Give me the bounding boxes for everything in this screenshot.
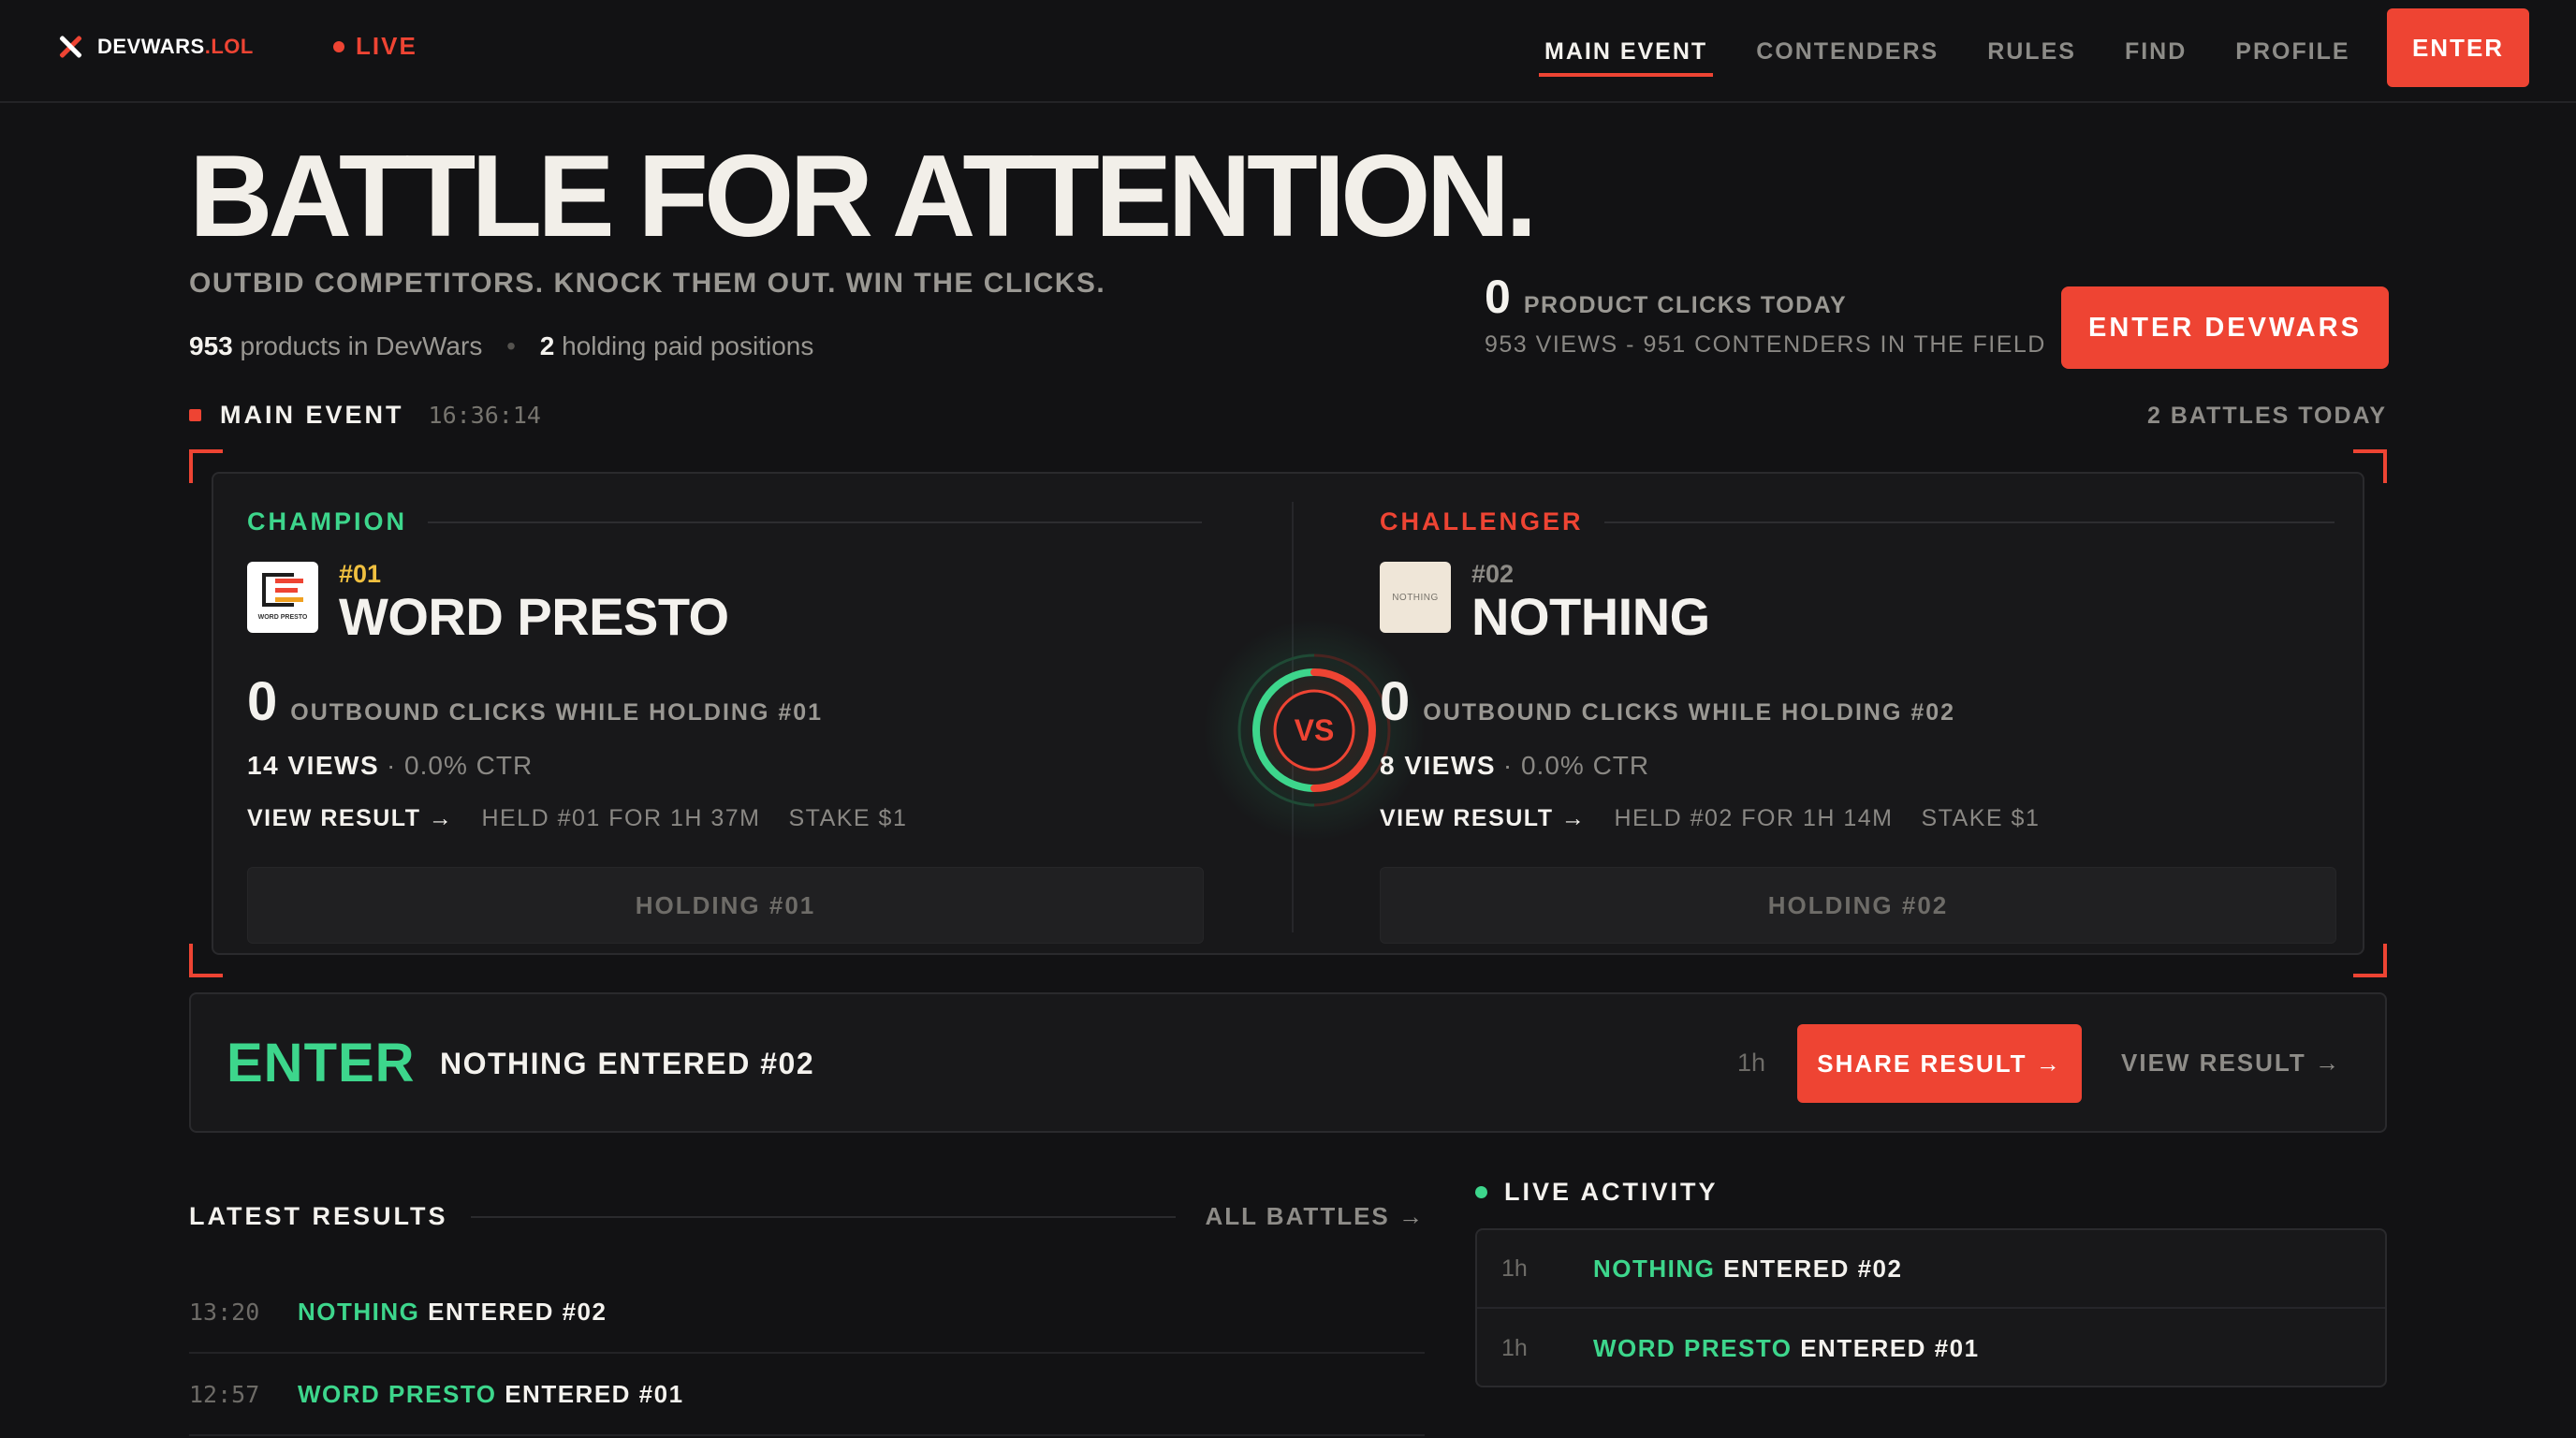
main-event-title: MAIN EVENT [220,401,404,429]
top-nav: DEVWARS.LOL LIVE MAIN EVENT CONTENDERS R… [0,0,2576,103]
activity-time: 1h [1501,1255,1528,1282]
clicks-summary: 0 PRODUCT CLICKS TODAY 953 VIEWS - 951 C… [1485,270,2046,359]
holding-count: 2 [539,331,555,360]
nothing-logo[interactable]: NOTHING [1380,562,1451,633]
products-count: 953 [189,331,233,360]
vs-badge: VS [1202,618,1427,843]
activity-time: 1h [1501,1334,1528,1361]
arena-panel: CHAMPION WORD PRESTO #01 WORD PRESTO 0 O… [212,472,2364,955]
holding-label: holding paid positions [562,331,814,360]
main-event-header: MAIN EVENT 16:36:14 [189,401,541,430]
activity-text: NOTHING ENTERED #02 [1593,1254,1903,1283]
champion-holding-button[interactable]: HOLDING #01 [247,867,1204,944]
challenger-meta: VIEW RESULT → HELD #02 FOR 1H 14M STAKE … [1380,805,2040,832]
hero-subtitle: OUTBID COMPETITORS. KNOCK THEM OUT. WIN … [189,268,1106,299]
brand-logo[interactable]: DEVWARS.LOL [56,28,254,66]
challenger-name[interactable]: NOTHING [1471,586,1710,647]
word-presto-logo[interactable]: WORD PRESTO [247,562,318,633]
brand-name: DEVWARS.LOL [97,35,254,58]
champion-ctr: · 0.0% CTR [386,751,534,780]
live-activity-title: LIVE ACTIVITY [1504,1178,1719,1206]
challenger-outbound-count: 0 [1380,671,1411,732]
share-result-button[interactable]: SHARE RESULT → [1797,1024,2082,1103]
challenger-ctr: · 0.0% CTR [1502,751,1650,780]
challenger-role-row: CHALLENGER [1380,507,2334,536]
result-time: 13:20 [189,1298,260,1326]
nav-link-main-event[interactable]: MAIN EVENT [1520,0,1732,103]
challenger-views: 8 VIEWS · 0.0% CTR [1380,751,1649,781]
entry-time: 1h [1737,1049,1766,1077]
champion-outbound-count: 0 [247,671,278,732]
battles-today: 2 BATTLES TODAY [2147,403,2387,429]
activity-row[interactable]: 1h WORD PRESTO ENTERED #01 [1477,1309,2385,1387]
challenger-outbound: 0 OUTBOUND CLICKS WHILE HOLDING #02 [1380,670,1955,733]
challenger-held: HELD #02 FOR 1H 14M [1614,805,1894,831]
page-title: BATTLE FOR ATTENTION. [189,132,1538,261]
view-result-link[interactable]: VIEW RESULT → [2121,1049,2341,1078]
live-activity-dot-icon [1475,1186,1487,1198]
main-event-dot-icon [189,409,201,421]
nav-link-profile[interactable]: PROFILE [2211,0,2374,103]
entry-text: NOTHING ENTERED #02 [440,1047,815,1080]
champion-outbound: 0 OUTBOUND CLICKS WHILE HOLDING #01 [247,670,823,733]
enter-heading: ENTER [227,1033,416,1093]
nav-links: MAIN EVENT CONTENDERS RULES FIND PROFILE [1520,0,2375,103]
challenger-stake: STAKE $1 [1921,805,2041,831]
result-text: WORD PRESTO ENTERED #01 [298,1379,684,1408]
challenger-view-result-link[interactable]: VIEW RESULT → [1380,805,1586,832]
champion-held: HELD #01 FOR 1H 37M [481,805,761,831]
live-label: LIVE [356,32,417,60]
champion-card: CHAMPION WORD PRESTO #01 WORD PRESTO 0 O… [247,474,1239,953]
result-row[interactable]: 13:20 NOTHING ENTERED #02 [189,1271,1425,1354]
challenger-role-label: CHALLENGER [1380,507,1584,536]
champion-role-row: CHAMPION [247,507,1202,536]
views-contenders: 953 VIEWS - 951 CONTENDERS IN THE FIELD [1485,331,2046,358]
latest-results-header: LATEST RESULTS ALL BATTLES → [189,1202,1425,1231]
champion-meta: VIEW RESULT → HELD #01 FOR 1H 37M STAKE … [247,805,907,832]
latest-results-title: LATEST RESULTS [189,1202,448,1230]
challenger-views-count: 8 VIEWS [1380,751,1497,780]
result-text: NOTHING ENTERED #02 [298,1297,607,1326]
challenger-holding-button[interactable]: HOLDING #02 [1380,867,2336,944]
champion-outbound-label: OUTBOUND CLICKS WHILE HOLDING #01 [290,699,824,726]
latest-entry-banner: ENTER NOTHING ENTERED #02 1h SHARE RESUL… [189,992,2387,1133]
challenger-outbound-label: OUTBOUND CLICKS WHILE HOLDING #02 [1423,699,1956,726]
champion-views-count: 14 VIEWS [247,751,380,780]
nav-link-contenders[interactable]: CONTENDERS [1732,0,1963,103]
products-label: products in DevWars [240,331,483,360]
clicks-today-count: 0 [1485,271,1511,323]
stats-separator: • [506,331,516,360]
main-event-time: 16:36:14 [428,402,541,429]
live-indicator: LIVE [333,32,417,61]
clicks-today-label: PRODUCT CLICKS TODAY [1523,292,1848,318]
activity-row[interactable]: 1h NOTHING ENTERED #02 [1477,1230,2385,1309]
champion-views: 14 VIEWS · 0.0% CTR [247,751,533,781]
vs-label: VS [1294,712,1335,747]
live-activity-header: LIVE ACTIVITY [1475,1178,1719,1207]
challenger-card: CHALLENGER NOTHING #02 NOTHING 0 OUTBOUN… [1380,474,2372,953]
champion-rank: #01 [339,560,382,588]
live-activity-feed: 1h NOTHING ENTERED #02 1h WORD PRESTO EN… [1475,1228,2387,1387]
nav-link-find[interactable]: FIND [2100,0,2211,103]
nav-link-rules[interactable]: RULES [1963,0,2100,103]
result-time: 12:57 [189,1380,260,1408]
latest-results-divider [470,1215,1176,1218]
enter-devwars-button[interactable]: ENTER DEVWARS [2061,286,2389,369]
all-battles-link[interactable]: ALL BATTLES → [1206,1202,1425,1231]
activity-text: WORD PRESTO ENTERED #01 [1593,1333,1980,1362]
champion-stake: STAKE $1 [788,805,908,831]
role-divider [1603,521,2334,523]
role-divider [428,521,1202,523]
brand-x-icon [56,33,84,61]
battle-arena: CHAMPION WORD PRESTO #01 WORD PRESTO 0 O… [189,449,2387,977]
hero-stats: 953 products in DevWars • 2 holding paid… [189,331,813,361]
champion-role-label: CHAMPION [247,507,407,536]
champion-name[interactable]: WORD PRESTO [339,586,729,647]
live-dot-icon [333,40,344,52]
champion-view-result-link[interactable]: VIEW RESULT → [247,805,453,832]
nav-enter-button[interactable]: ENTER [2387,8,2529,87]
challenger-rank: #02 [1471,560,1515,588]
result-row[interactable]: 12:57 WORD PRESTO ENTERED #01 [189,1354,1425,1436]
